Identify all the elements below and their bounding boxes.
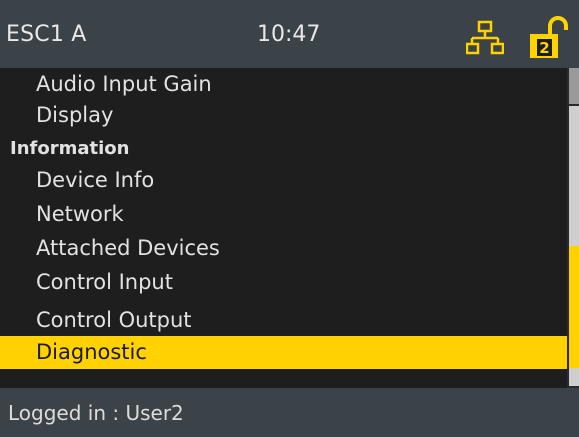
menu-item-network[interactable]: Network <box>0 198 567 231</box>
menu-item-control-output[interactable]: Control Output <box>0 304 567 337</box>
scrollbar-thumb[interactable] <box>569 246 579 368</box>
menu-item-label: Display <box>36 103 114 127</box>
menu-item-device-info[interactable]: Device Info <box>0 164 567 197</box>
menu-item-label: Diagnostic <box>36 340 147 364</box>
menu-item-label: Network <box>36 202 124 226</box>
menu-item-attached-devices[interactable]: Attached Devices <box>0 232 567 265</box>
menu-item-label: Attached Devices <box>36 236 220 260</box>
menu-item-label: Control Input <box>36 270 173 294</box>
menu-list: Audio Input Gain Display Information Dev… <box>0 68 567 388</box>
section-header-information: Information <box>0 132 567 165</box>
menu-item-audio-input-gain[interactable]: Audio Input Gain <box>0 68 567 101</box>
unlocked-padlock-icon[interactable]: 2 <box>528 14 572 60</box>
menu-item-display[interactable]: Display <box>0 99 567 132</box>
top-bar: ESC1 A 10:47 2 <box>0 0 579 68</box>
menu-item-label: Audio Input Gain <box>36 72 212 96</box>
menu-item-control-input[interactable]: Control Input <box>0 266 567 299</box>
menu-item-diagnostic[interactable]: Diagnostic <box>0 336 567 369</box>
section-header-label: Information <box>10 138 130 159</box>
menu-item-label: Control Output <box>36 308 192 332</box>
clock: 10:47 <box>257 22 321 47</box>
device-title: ESC1 A <box>6 22 87 47</box>
login-status: Logged in : User2 <box>8 401 184 425</box>
network-topology-icon <box>466 20 504 55</box>
status-bar: Logged in : User2 <box>0 388 579 437</box>
lock-level-label: 2 <box>539 39 549 57</box>
scrollbar-up-area[interactable] <box>569 68 579 104</box>
menu-item-label: Device Info <box>36 168 155 192</box>
